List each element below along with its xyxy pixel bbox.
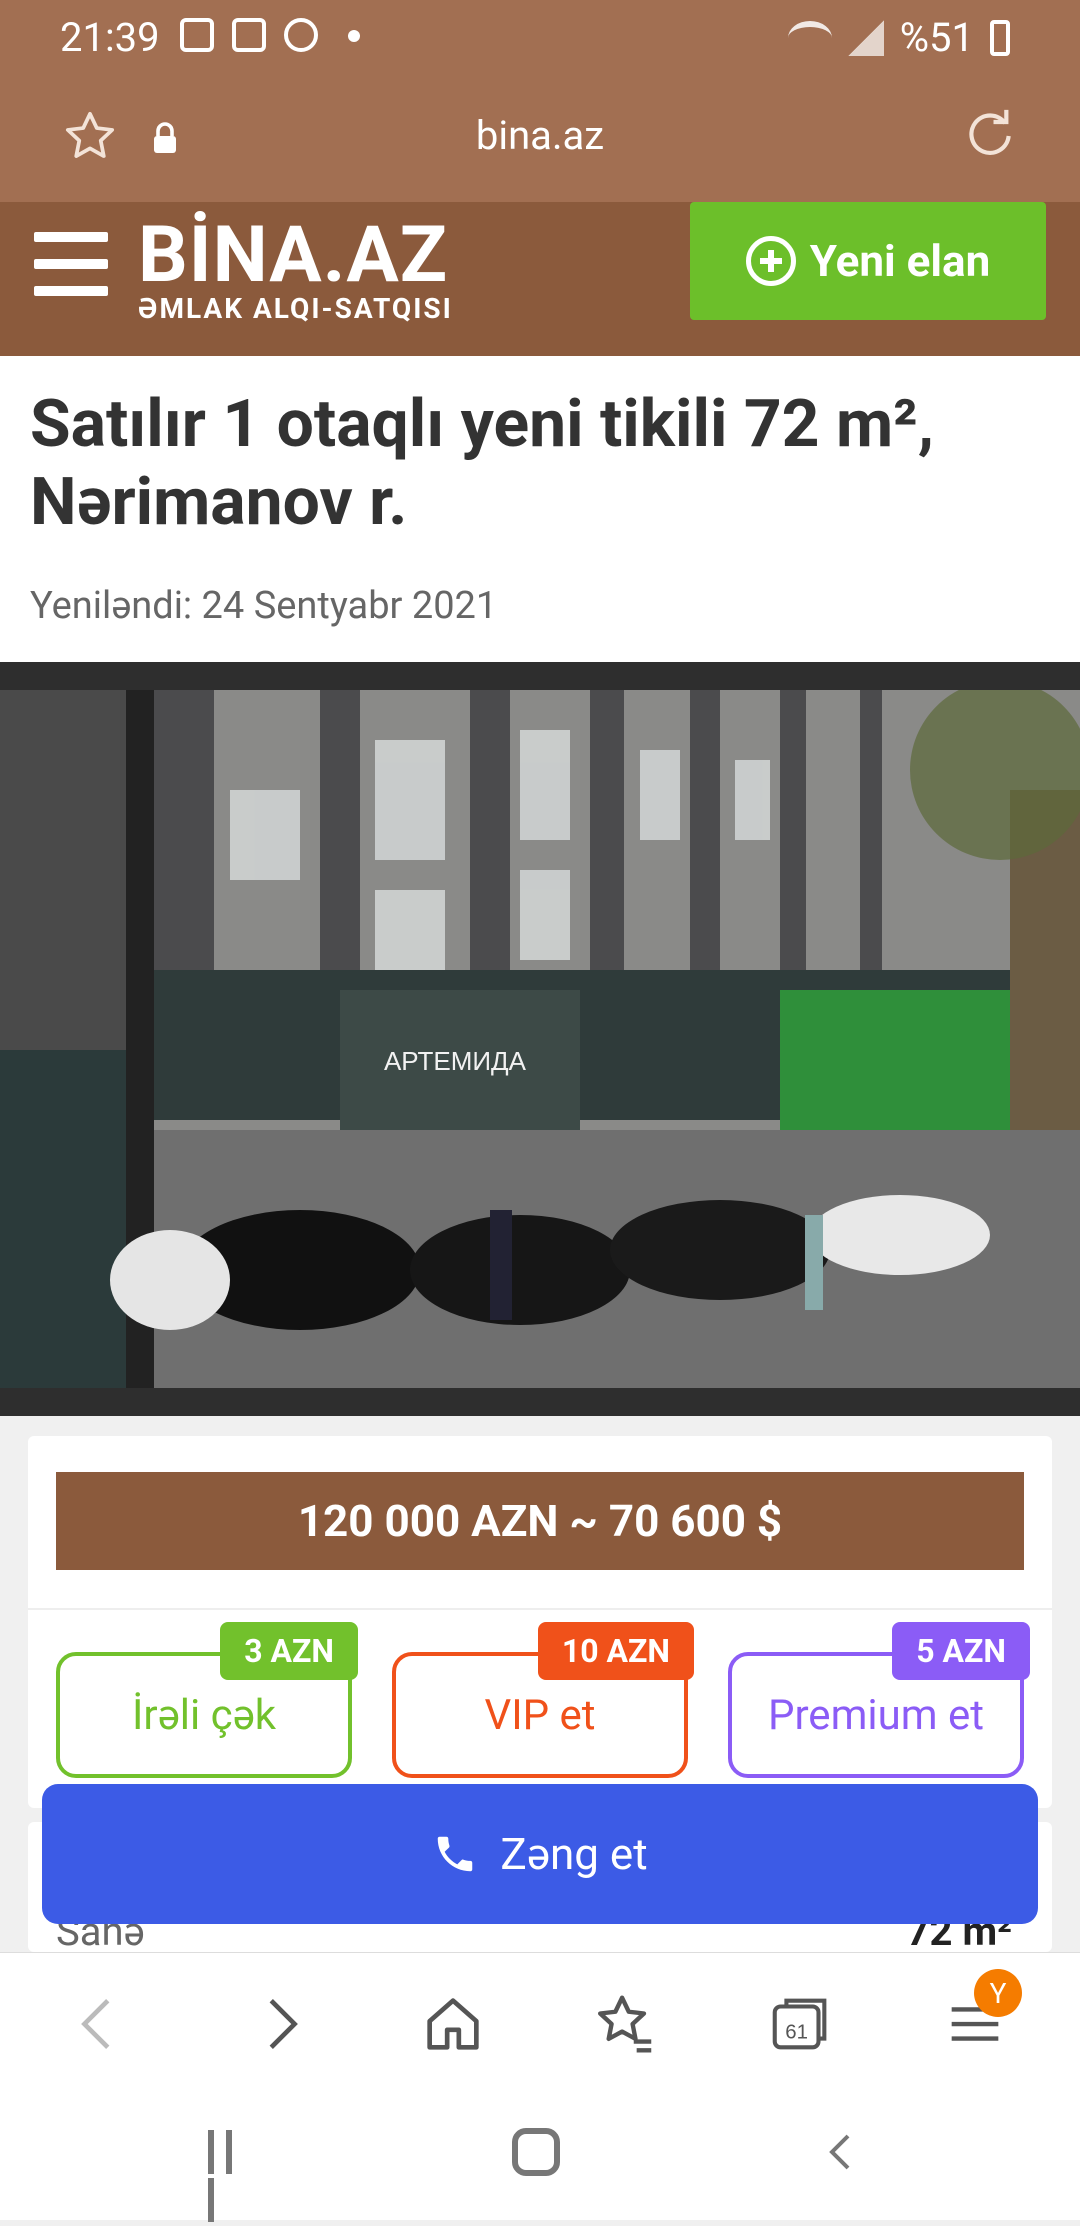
facebook-notification-icon: [284, 18, 318, 52]
system-home-icon[interactable]: [512, 2128, 560, 2176]
tabs-icon[interactable]: 61: [766, 1989, 836, 2059]
status-right: %51: [787, 14, 1010, 61]
more-notifications-icon: [348, 30, 360, 42]
promote-forward-button[interactable]: 3 AZN İrəli çək: [56, 1622, 358, 1778]
url-text[interactable]: bina.az: [0, 112, 1080, 159]
new-listing-label: Yeni elan: [809, 235, 991, 287]
call-button-label: Zəng et: [500, 1828, 648, 1880]
browser-forward-icon[interactable]: [245, 1989, 315, 2059]
browser-url-bar: bina.az: [0, 72, 1080, 202]
plus-circle-icon: [745, 236, 796, 286]
battery-icon: [990, 19, 1010, 56]
system-navigation-bar: [0, 2088, 1080, 2222]
recent-apps-icon[interactable]: [208, 2130, 258, 2222]
hamburger-menu-icon[interactable]: [34, 232, 108, 302]
call-button[interactable]: Zəng et: [42, 1784, 1038, 1924]
home-icon[interactable]: [418, 1989, 488, 2059]
price-banner: 120 000 AZN ~ 70 600 $: [56, 1472, 1024, 1570]
status-bar: 21:39 %51: [0, 0, 1080, 72]
vip-price-badge: 10 AZN: [537, 1622, 694, 1680]
bookmarks-icon[interactable]: [590, 1989, 660, 2059]
browser-bottom-nav: 61 Y: [0, 1952, 1080, 2088]
notification-icons: [180, 18, 360, 52]
storefront-sign: АРТЕМИДА: [384, 1046, 527, 1076]
system-back-icon[interactable]: [818, 2128, 866, 2176]
phone-icon: [438, 1836, 473, 1872]
card-divider: [28, 1608, 1052, 1610]
logo-tagline: ƏMLAK ALQI-SATQISI: [138, 292, 453, 325]
building-photo: АРТЕМИДА: [0, 690, 1080, 1388]
premium-button[interactable]: 5 AZN Premium et: [728, 1622, 1030, 1778]
gallery-notification-icon: [180, 18, 214, 52]
listing-updated-date: Yeniləndi: 24 Sentyabr 2021: [30, 584, 498, 628]
promote-forward-label: İrəli çək: [131, 1690, 277, 1740]
browser-back-icon[interactable]: [64, 1989, 134, 2059]
promote-forward-price-badge: 3 AZN: [220, 1622, 358, 1680]
instagram-notification-icon: [232, 18, 266, 52]
new-listing-button[interactable]: Yeni elan: [690, 202, 1046, 320]
premium-label: Premium et: [767, 1690, 985, 1740]
status-time: 21:39: [60, 14, 160, 61]
logo-name: BİNA.AZ: [138, 210, 449, 301]
battery-percent: %51: [899, 14, 974, 61]
menu-notification-badge: Y: [974, 1969, 1022, 2017]
premium-price-badge: 5 AZN: [892, 1622, 1030, 1680]
tabs-count: 61: [785, 2022, 808, 2044]
reload-icon[interactable]: [962, 108, 1018, 164]
vip-label: VIP et: [484, 1690, 596, 1740]
price-card: 120 000 AZN ~ 70 600 $ 3 AZN İrəli çək 1…: [28, 1436, 1052, 1808]
vip-button[interactable]: 10 AZN VIP et: [392, 1622, 694, 1778]
site-header: BİNA.AZ ƏMLAK ALQI-SATQISI Yeni elan: [0, 202, 1080, 356]
listing-photo-gallery[interactable]: АРТЕМИДА: [0, 662, 1080, 1416]
listing-title: Satılır 1 otaqlı yeni tikili 72 m², Nəri…: [30, 386, 934, 541]
wifi-icon: [787, 20, 832, 55]
site-logo[interactable]: BİNA.AZ ƏMLAK ALQI-SATQISI: [138, 210, 453, 326]
signal-icon: [847, 19, 884, 56]
listing-header: Satılır 1 otaqlı yeni tikili 72 m², Nəri…: [0, 356, 1080, 662]
